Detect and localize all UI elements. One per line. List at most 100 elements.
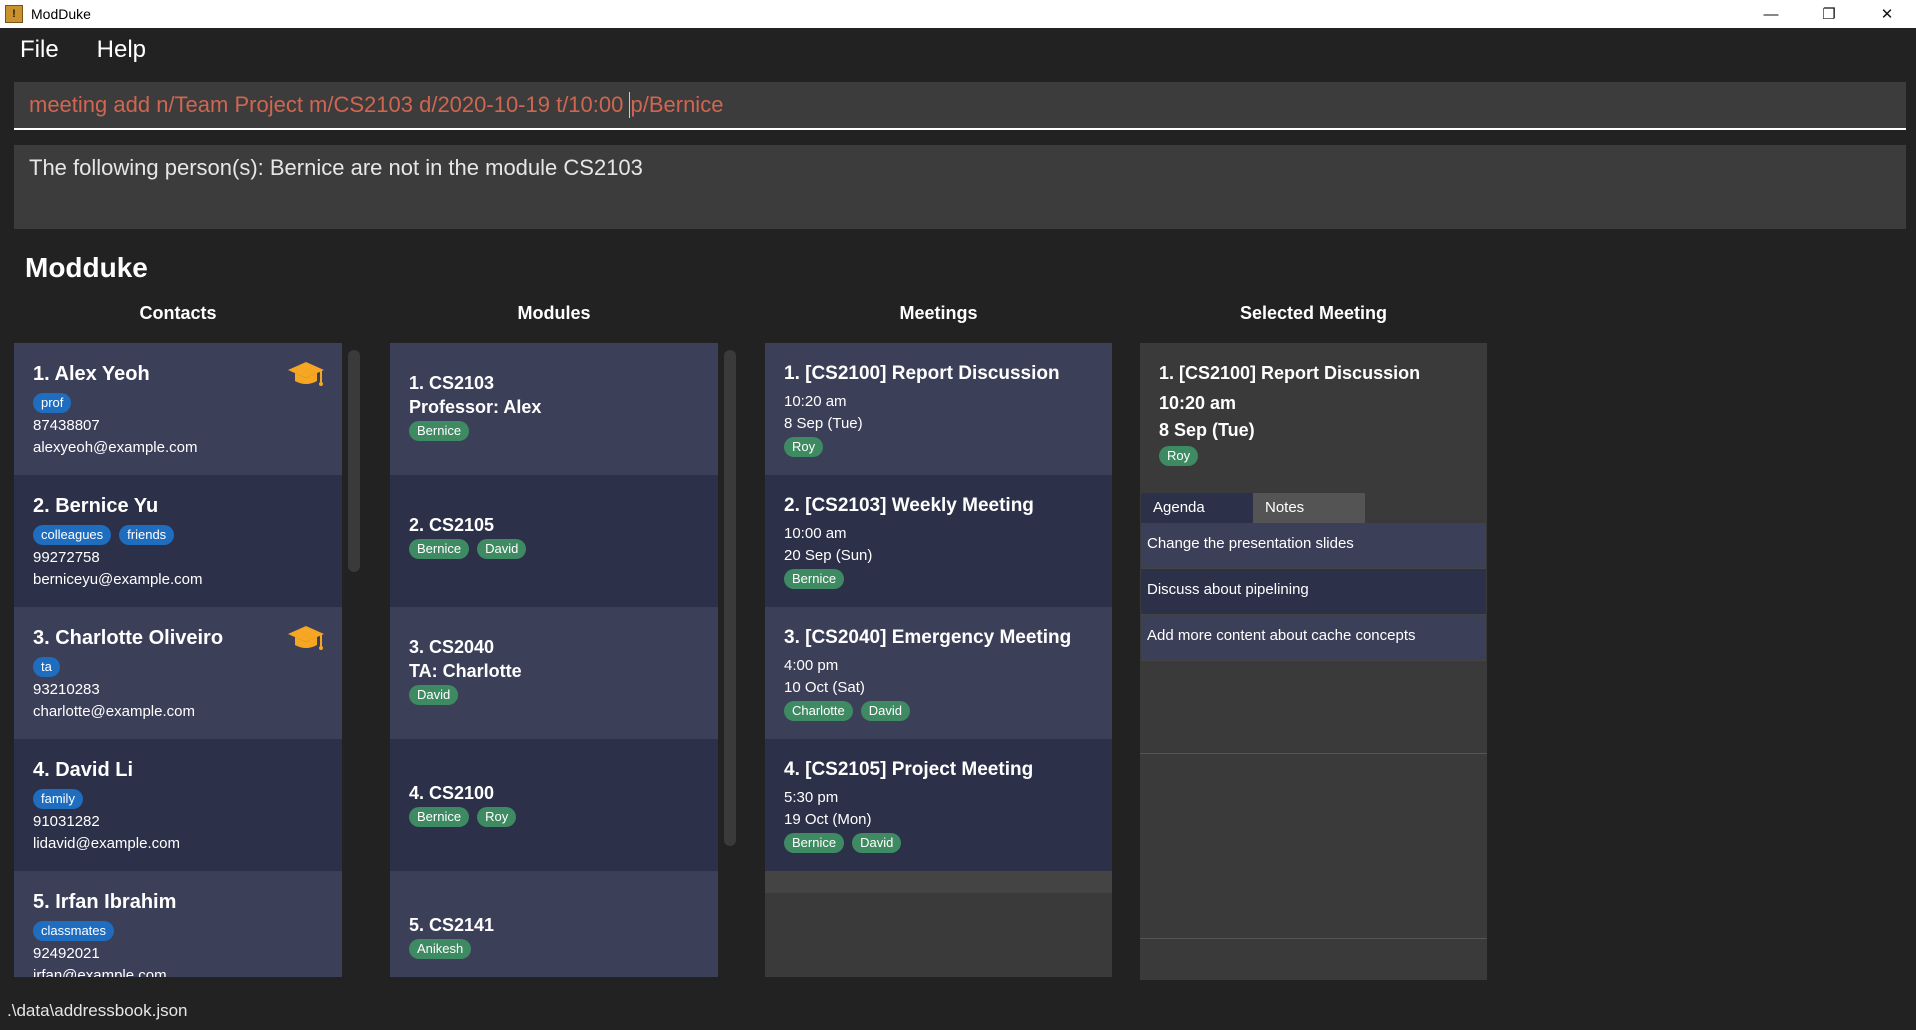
contact-tag: friends — [119, 525, 175, 545]
app-heading: Modduke — [25, 252, 148, 283]
contact-email: lidavid@example.com — [33, 835, 180, 852]
meeting-card[interactable]: 3. [CS2040] Emergency Meeting 4:00 pm 10… — [765, 607, 1112, 739]
meeting-card[interactable]: 1. [CS2100] Report Discussion 10:20 am 8… — [765, 343, 1112, 475]
close-button[interactable]: ✕ — [1858, 0, 1916, 28]
meeting-time: 5:30 pm — [784, 789, 839, 806]
module-card[interactable]: 1. CS2103 Professor: Alex Bernice — [390, 343, 718, 475]
selected-meeting-participant-tag: Roy — [1159, 446, 1199, 466]
empty-list-row — [765, 871, 1112, 893]
module-member-tag: Anikesh — [409, 939, 472, 959]
module-name: 2. CS2105 — [409, 515, 495, 535]
meetings-header: Meetings — [899, 303, 978, 323]
menu-file[interactable]: File — [12, 36, 67, 64]
meeting-participant-tag: Roy — [784, 437, 824, 457]
module-member-tag: Bernice — [409, 539, 470, 559]
module-name: 3. CS2040 — [409, 637, 495, 657]
contact-tag: classmates — [33, 921, 115, 941]
contact-phone: 92492021 — [33, 945, 100, 962]
maximize-button[interactable]: ❐ — [1800, 0, 1858, 28]
contact-tag: ta — [33, 657, 60, 677]
agenda-item[interactable]: Discuss about pipelining — [1141, 569, 1486, 615]
meeting-time: 10:00 am — [784, 525, 847, 542]
modules-list[interactable]: 1. CS2103 Professor: Alex Bernice 2. CS2… — [390, 343, 718, 977]
agenda-list[interactable]: Change the presentation slides Discuss a… — [1141, 523, 1486, 661]
result-display: The following person(s): Bernice are not… — [14, 145, 1906, 229]
module-member-tag: David — [409, 685, 459, 705]
contact-name: 3. Charlotte Oliveiro — [33, 627, 224, 649]
meeting-participant-tag: Bernice — [784, 569, 845, 589]
meeting-name: 1. [CS2100] Report Discussion — [784, 363, 1060, 384]
selected-meeting-tabs: Agenda Notes — [1141, 493, 1365, 523]
graduation-cap-icon — [288, 626, 324, 650]
selected-meeting-time: 10:20 am — [1159, 393, 1237, 413]
module-name: 4. CS2100 — [409, 783, 495, 803]
contact-phone: 91031282 — [33, 813, 100, 830]
module-card[interactable]: 2. CS2105 Bernice David — [390, 475, 718, 607]
contact-email: irfan@example.com — [33, 967, 167, 977]
meeting-name: 3. [CS2040] Emergency Meeting — [784, 627, 1072, 648]
meeting-card[interactable]: 4. [CS2105] Project Meeting 5:30 pm 19 O… — [765, 739, 1112, 871]
contact-name: 1. Alex Yeoh — [33, 363, 150, 385]
contact-card[interactable]: 2. Bernice Yu colleagues friends 9927275… — [14, 475, 342, 607]
window-title: ModDuke — [31, 6, 91, 22]
meeting-date: 19 Oct (Mon) — [784, 811, 872, 828]
module-role: Professor: Alex — [409, 397, 542, 417]
contact-tag: prof — [33, 393, 72, 413]
contacts-list[interactable]: 1. Alex Yeoh prof 87438807 alexyeoh@exam… — [14, 343, 342, 977]
selected-meeting-name: 1. [CS2100] Report Discussion — [1159, 363, 1421, 383]
selected-meeting-details: 1. [CS2100] Report Discussion 10:20 am 8… — [1140, 343, 1487, 493]
meeting-time: 4:00 pm — [784, 657, 839, 674]
selected-meeting-header: Selected Meeting — [1239, 303, 1388, 323]
meeting-participant-tag: Bernice — [784, 833, 845, 853]
contact-card[interactable]: 3. Charlotte Oliveiro ta 93210283 charlo… — [14, 607, 342, 739]
app-icon: ! — [5, 5, 23, 23]
meeting-participant-tag: David — [860, 701, 910, 721]
contact-phone: 87438807 — [33, 417, 100, 434]
contact-card[interactable]: 1. Alex Yeoh prof 87438807 alexyeoh@exam… — [14, 343, 342, 475]
graduation-cap-icon — [288, 362, 324, 386]
contact-email: charlotte@example.com — [33, 703, 195, 720]
agenda-item[interactable]: Add more content about cache concepts — [1141, 615, 1486, 661]
command-text-before-caret: meeting add n/Team Project m/CS2103 d/20… — [29, 92, 630, 117]
module-member-tag: Bernice — [409, 421, 470, 441]
contacts-header: Contacts — [139, 303, 217, 323]
module-card[interactable]: 4. CS2100 Bernice Roy — [390, 739, 718, 871]
meeting-participant-tag: Charlotte — [784, 701, 853, 721]
module-name: 5. CS2141 — [409, 915, 495, 935]
window-controls: — ❐ ✕ — [1742, 0, 1916, 28]
meetings-list[interactable]: 1. [CS2100] Report Discussion 10:20 am 8… — [765, 343, 1112, 977]
agenda-item[interactable]: Change the presentation slides — [1141, 523, 1486, 569]
module-card[interactable]: 3. CS2040 TA: Charlotte David — [390, 607, 718, 739]
meeting-time: 10:20 am — [784, 393, 847, 410]
meeting-name: 2. [CS2103] Weekly Meeting — [784, 495, 1034, 516]
menu-bar: File Help — [0, 28, 1916, 72]
module-card[interactable]: 5. CS2141 Anikesh — [390, 871, 718, 977]
status-bar: .\data\addressbook.json — [0, 995, 1916, 1030]
contact-card[interactable]: 5. Irfan Ibrahim classmates 92492021 irf… — [14, 871, 342, 977]
contact-name: 2. Bernice Yu — [33, 495, 159, 517]
contact-tag: family — [33, 789, 83, 809]
contact-card[interactable]: 4. David Li family 91031282 lidavid@exam… — [14, 739, 342, 871]
tab-notes[interactable]: Notes — [1253, 493, 1365, 523]
contact-name: 4. David Li — [33, 759, 134, 781]
modules-header: Modules — [517, 303, 591, 323]
contact-email: alexyeoh@example.com — [33, 439, 198, 456]
command-text-after-caret: p/Bernice — [630, 92, 724, 117]
meeting-date: 8 Sep (Tue) — [784, 415, 863, 432]
minimize-button[interactable]: — — [1742, 0, 1800, 28]
modules-scrollbar[interactable] — [724, 350, 736, 846]
meeting-participant-tag: David — [852, 833, 902, 853]
meeting-card[interactable]: 2. [CS2103] Weekly Meeting 10:00 am 20 S… — [765, 475, 1112, 607]
divider — [1140, 753, 1487, 754]
menu-help[interactable]: Help — [89, 36, 154, 64]
contact-phone: 93210283 — [33, 681, 100, 698]
module-member-tag: David — [477, 539, 527, 559]
contact-email: berniceyu@example.com — [33, 571, 203, 588]
module-member-tag: Roy — [477, 807, 517, 827]
tab-agenda[interactable]: Agenda — [1141, 493, 1253, 523]
module-role: TA: Charlotte — [409, 661, 522, 681]
command-input[interactable]: meeting add n/Team Project m/CS2103 d/20… — [14, 82, 1906, 130]
selected-meeting-panel: 1. [CS2100] Report Discussion 10:20 am 8… — [1140, 343, 1487, 980]
contacts-scrollbar[interactable] — [348, 350, 360, 572]
module-member-tag: Bernice — [409, 807, 470, 827]
